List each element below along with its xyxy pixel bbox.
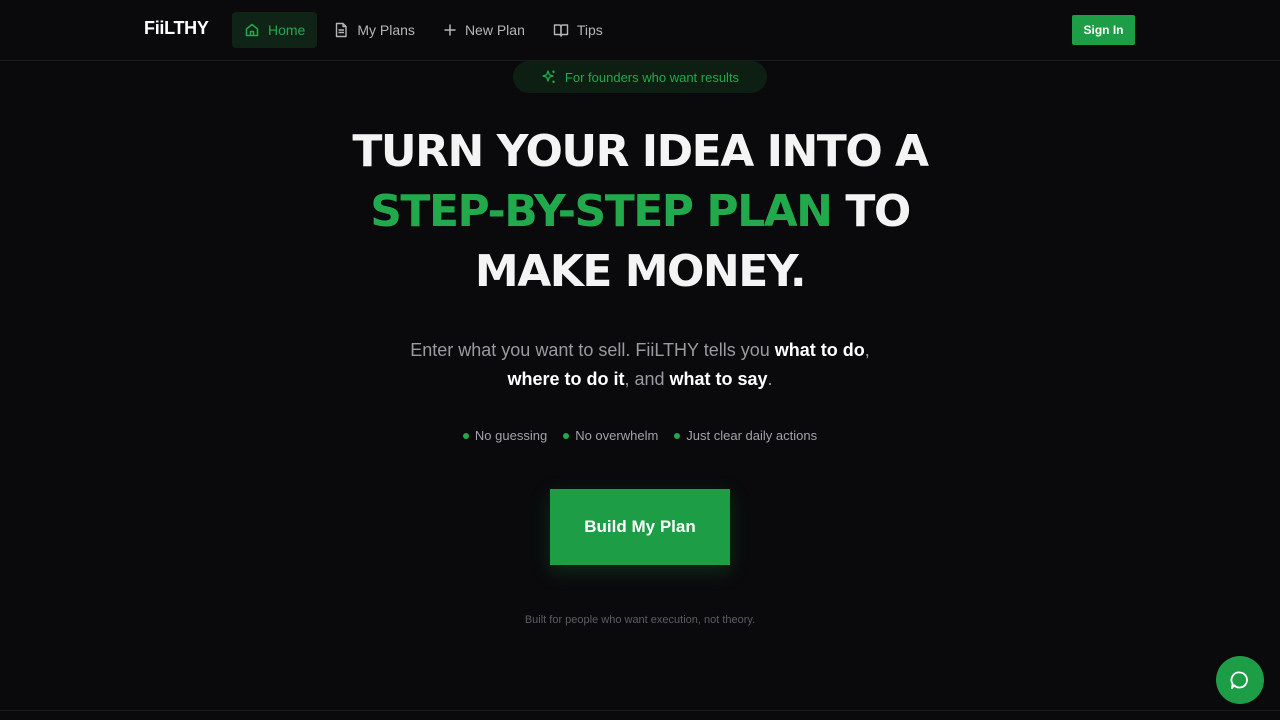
- bullet-dot: [563, 432, 570, 439]
- subtitle-end: .: [767, 369, 773, 389]
- bullet-dot: [674, 432, 681, 439]
- bullet-label: No overwhelm: [575, 428, 659, 443]
- nav-item-home[interactable]: Home: [232, 12, 318, 48]
- subtitle-what-to-say: what to say: [669, 369, 768, 389]
- main-nav: Home My Plans New Plan Tips: [232, 12, 619, 48]
- brand-logo[interactable]: FiiLTHY: [144, 18, 209, 39]
- nav-item-label: Home: [268, 22, 306, 38]
- section-divider: [0, 710, 1280, 711]
- bullet-label: Just clear daily actions: [686, 428, 818, 443]
- book-icon: [553, 24, 569, 37]
- nav-item-label: New Plan: [464, 22, 525, 38]
- bullet-label: No guessing: [474, 428, 548, 443]
- bullet-item: Just clear daily actions: [674, 428, 817, 443]
- subtitle-separator: , and: [624, 369, 670, 389]
- bullet-item: No overwhelm: [563, 428, 658, 443]
- sign-in-button[interactable]: Sign In: [1072, 15, 1135, 45]
- hero-bullets: No guessing No overwhelm Just clear dail…: [340, 428, 940, 443]
- headline-accent: STEP-BY-STEP PLAN: [370, 186, 833, 237]
- hero-subtitle: Enter what you want to sell. FiiLTHY tel…: [340, 336, 940, 394]
- top-navigation-bar: FiiLTHY Home My Plans New Plan Tips Sign…: [0, 0, 1280, 61]
- build-my-plan-button[interactable]: Build My Plan: [550, 489, 730, 565]
- subtitle-where-to-do-it: where to do it: [507, 369, 625, 389]
- chat-bubble-icon: [1230, 671, 1248, 689]
- bullet-dot: [462, 432, 469, 439]
- document-icon: [336, 22, 348, 38]
- nav-item-tips[interactable]: Tips: [541, 12, 615, 48]
- hero-badge-text: For founders who want results: [564, 69, 740, 85]
- nav-item-label: My Plans: [357, 22, 415, 38]
- home-icon: [245, 23, 259, 37]
- hero-headline: TURN YOUR IDEA INTO A STEP-BY-STEP PLAN …: [240, 122, 1040, 302]
- bullet-item: No guessing: [462, 428, 548, 443]
- hero-badge: For founders who want results: [513, 61, 767, 93]
- headline-line-3: MAKE MONEY.: [474, 246, 807, 297]
- nav-item-new-plan[interactable]: New Plan: [431, 12, 537, 48]
- subtitle-separator: ,: [864, 340, 870, 360]
- subtitle-what-to-do: what to do: [774, 340, 865, 360]
- nav-item-label: Tips: [576, 22, 603, 38]
- hero-footnote: Built for people who want execution, not…: [524, 614, 756, 626]
- sparkles-icon: [542, 70, 555, 83]
- plus-icon: [444, 24, 456, 36]
- chat-button[interactable]: [1216, 656, 1264, 704]
- nav-item-my-plans[interactable]: My Plans: [321, 12, 427, 48]
- headline-line-1: TURN YOUR IDEA INTO A: [352, 126, 929, 177]
- subtitle-intro: Enter what you want to sell. FiiLTHY tel…: [410, 340, 775, 360]
- headline-line-2-end: TO: [831, 186, 911, 237]
